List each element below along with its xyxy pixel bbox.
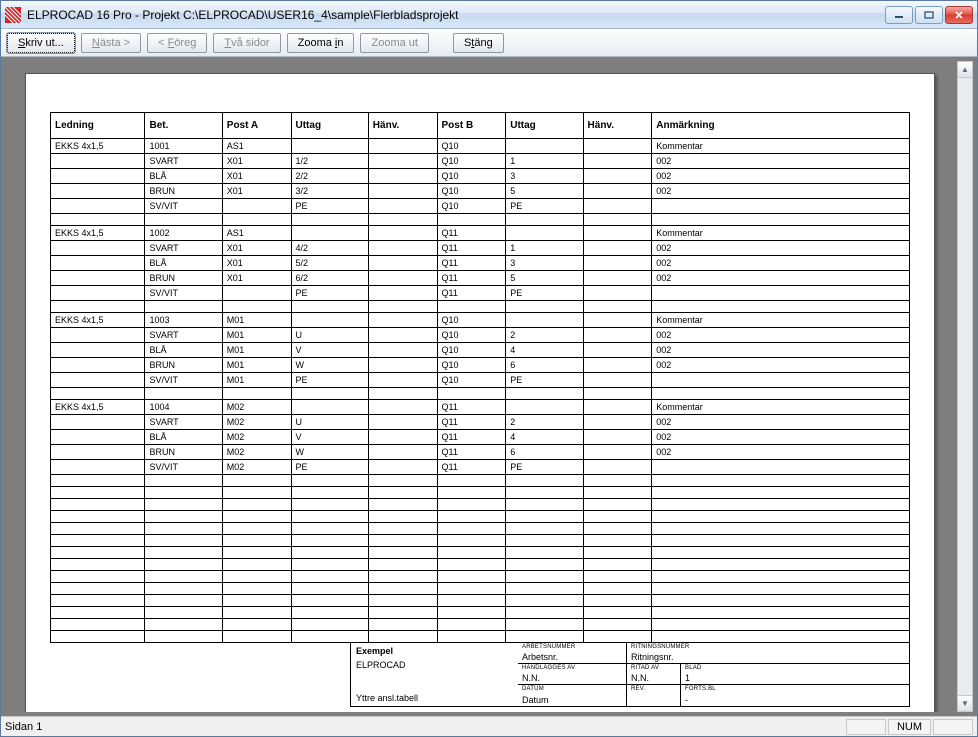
- table-row: [51, 535, 910, 547]
- col-hanv-a: Hänv.: [368, 113, 437, 139]
- col-ledning: Ledning: [51, 113, 145, 139]
- col-post-b: Post B: [437, 113, 506, 139]
- data-table: Ledning Bet. Post A Uttag Hänv. Post B U…: [50, 112, 910, 643]
- maximize-button[interactable]: [915, 6, 943, 24]
- title-company: ELPROCAD: [356, 660, 513, 670]
- table-row: [51, 388, 910, 400]
- val-arbetsnr: Arbetsnr.: [522, 652, 622, 662]
- table-row: [51, 559, 910, 571]
- preview-canvas[interactable]: Ledning Bet. Post A Uttag Hänv. Post B U…: [5, 61, 955, 712]
- close-button[interactable]: [945, 6, 973, 24]
- status-page: Sidan 1: [5, 721, 844, 733]
- table-header-row: Ledning Bet. Post A Uttag Hänv. Post B U…: [51, 113, 910, 139]
- lbl-rev: REV.: [631, 686, 676, 692]
- val-ritningsnr: Ritningsnr.: [631, 652, 905, 662]
- scroll-down-icon[interactable]: ▼: [958, 695, 972, 711]
- window-title: ELPROCAD 16 Pro - Projekt C:\ELPROCAD\US…: [27, 8, 885, 22]
- table-body: EKKS 4x1,51001AS1Q10KommentarSVARTX011/2…: [51, 139, 910, 643]
- table-row: BRUNM01WQ106002: [51, 358, 910, 373]
- vertical-scrollbar[interactable]: ▲ ▼: [957, 61, 973, 712]
- app-window: ELPROCAD 16 Pro - Projekt C:\ELPROCAD\US…: [0, 0, 978, 737]
- table-row: BLÅX012/2Q103002: [51, 169, 910, 184]
- titlebar: ELPROCAD 16 Pro - Projekt C:\ELPROCAD\US…: [1, 1, 977, 29]
- table-row: [51, 547, 910, 559]
- table-row: BLÅX015/2Q113002: [51, 256, 910, 271]
- table-row: BRUNX016/2Q115002: [51, 271, 910, 286]
- print-page: Ledning Bet. Post A Uttag Hänv. Post B U…: [25, 73, 935, 712]
- val-blad: 1: [685, 673, 905, 683]
- col-anm: Anmärkning: [652, 113, 910, 139]
- status-cell-1: [846, 719, 886, 735]
- table-row: BRUNX013/2Q105002: [51, 184, 910, 199]
- two-pages-button[interactable]: Två sidor: [213, 33, 280, 53]
- table-row: BLÅM02VQ114002: [51, 430, 910, 445]
- table-row: BLÅM01VQ104002: [51, 343, 910, 358]
- toolbar: Skriv ut... Nästa > < Föreg Två sidor Zo…: [1, 29, 977, 57]
- table-row: [51, 607, 910, 619]
- col-hanv-b: Hänv.: [583, 113, 652, 139]
- table-row: EKKS 4x1,51002AS1Q11Kommentar: [51, 226, 910, 241]
- title-block-center: Exempel ELPROCAD Yttre ansl.tabell: [350, 643, 518, 707]
- print-button[interactable]: Skriv ut...: [7, 33, 75, 53]
- lbl-ritad: RITAD AV: [631, 665, 676, 671]
- prev-button[interactable]: < Föreg: [147, 33, 207, 53]
- close-preview-button[interactable]: Stäng: [453, 33, 504, 53]
- table-row: [51, 619, 910, 631]
- next-button[interactable]: Nästa >: [81, 33, 141, 53]
- table-row: [51, 631, 910, 643]
- table-row: SVARTX014/2Q111002: [51, 241, 910, 256]
- col-uttag-b: Uttag: [506, 113, 583, 139]
- table-row: [51, 214, 910, 226]
- table-row: EKKS 4x1,51001AS1Q10Kommentar: [51, 139, 910, 154]
- window-controls: [885, 6, 973, 24]
- table-row: SV/VITPEQ10PE: [51, 199, 910, 214]
- table-row: [51, 499, 910, 511]
- lbl-forts: FORTS.BL: [685, 686, 905, 692]
- title-block-right: ARBETSNUMMER Arbetsnr. RITNINGSNUMMER Ritn…: [518, 643, 910, 707]
- title-exempel: Exempel: [356, 646, 393, 656]
- table-row: SV/VITPEQ11PE: [51, 286, 910, 301]
- val-ritad: N.N.: [631, 673, 676, 683]
- status-num: NUM: [888, 719, 931, 735]
- scroll-up-icon[interactable]: ▲: [958, 62, 972, 78]
- table-row: [51, 475, 910, 487]
- table-row: [51, 301, 910, 313]
- table-row: [51, 583, 910, 595]
- col-uttag-a: Uttag: [291, 113, 368, 139]
- table-row: BRUNM02WQ116002: [51, 445, 910, 460]
- col-post-a: Post A: [222, 113, 291, 139]
- table-row: SVARTX011/2Q101002: [51, 154, 910, 169]
- lbl-handl: HANDLÄGGES AV: [522, 665, 622, 671]
- col-bet: Bet.: [145, 113, 222, 139]
- table-row: SV/VITM02PEQ11PE: [51, 460, 910, 475]
- lbl-arbetsnr: ARBETSNUMMER: [522, 644, 622, 650]
- lbl-datum: DATUM: [522, 686, 622, 692]
- lbl-blad: BLAD: [685, 665, 905, 671]
- title-block: Exempel ELPROCAD Yttre ansl.tabell ARBET…: [350, 643, 910, 707]
- preview-frame: Ledning Bet. Post A Uttag Hänv. Post B U…: [1, 57, 977, 716]
- table-row: [51, 487, 910, 499]
- val-datum: Datum: [522, 695, 622, 705]
- table-row: SVARTM01UQ102002: [51, 328, 910, 343]
- table-row: SVARTM02UQ112002: [51, 415, 910, 430]
- minimize-button[interactable]: [885, 6, 913, 24]
- zoom-in-button[interactable]: Zooma in: [287, 33, 355, 53]
- table-row: [51, 571, 910, 583]
- table-row: [51, 511, 910, 523]
- table-row: [51, 523, 910, 535]
- status-cell-3: [933, 719, 973, 735]
- zoom-out-button[interactable]: Zooma ut: [360, 33, 428, 53]
- table-row: EKKS 4x1,51003M01Q10Kommentar: [51, 313, 910, 328]
- table-row: SV/VITM01PEQ10PE: [51, 373, 910, 388]
- table-row: [51, 595, 910, 607]
- val-handl: N.N.: [522, 673, 622, 683]
- val-forts: -: [685, 695, 905, 705]
- table-row: EKKS 4x1,51004M02Q11Kommentar: [51, 400, 910, 415]
- lbl-ritningsnr: RITNINGSNUMMER: [631, 644, 905, 650]
- title-subtitle: Yttre ansl.tabell: [356, 693, 513, 703]
- app-icon: [5, 7, 21, 23]
- statusbar: Sidan 1 NUM: [1, 716, 977, 736]
